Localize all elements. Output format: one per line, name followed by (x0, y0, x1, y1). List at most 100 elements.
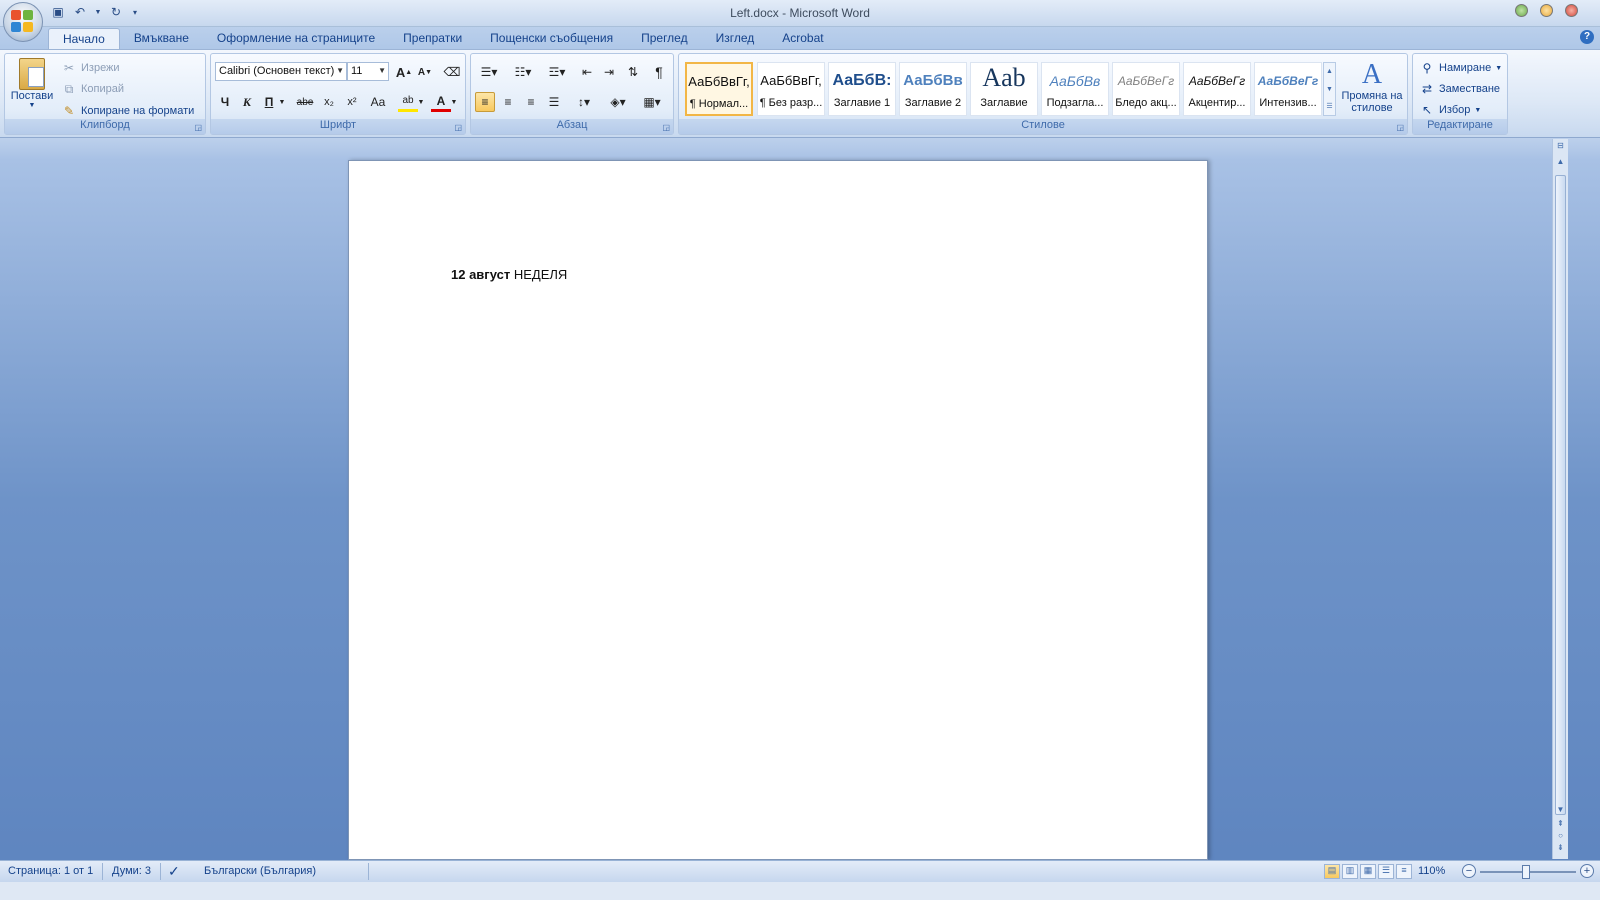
align-center-icon[interactable]: ≡ (498, 92, 518, 112)
cut-button[interactable]: ✂ Изрежи (61, 60, 120, 76)
scroll-down-icon[interactable]: ▼ (1554, 805, 1567, 817)
tab-review[interactable]: Преглед (627, 28, 702, 50)
find-button[interactable]: ⚲ Намиране ▼ (1419, 60, 1503, 76)
style-intense-emphasis[interactable]: АаБбВеГг Интензив... (1254, 62, 1322, 116)
help-icon[interactable]: ? (1580, 30, 1594, 44)
bold-button[interactable]: Ч (215, 92, 235, 112)
tab-home[interactable]: Начало (48, 28, 120, 50)
superscript-button[interactable]: x² (342, 92, 362, 112)
style-no-spacing[interactable]: АаБбВвГг, ¶ Без разр... (757, 62, 825, 116)
decrease-indent-icon[interactable]: ⇤ (577, 62, 597, 82)
maximize-button[interactable] (1540, 4, 1553, 17)
document-page[interactable]: 12 август НЕДЕЛЯ (348, 160, 1208, 860)
align-left-icon[interactable]: ≡ (475, 92, 495, 112)
minimize-button[interactable] (1515, 4, 1528, 17)
font-group: Calibri (Основен текст) ▼ 11 ▼ A ▲ A ▼ ⌫ Ч… (210, 53, 466, 135)
document-text-line[interactable]: 12 август НЕДЕЛЯ (451, 267, 567, 282)
zoom-out-icon[interactable]: − (1462, 864, 1476, 878)
italic-button[interactable]: К (237, 92, 257, 112)
font-launcher-icon[interactable]: ◲ (454, 123, 462, 132)
language-status[interactable]: Български (България) (204, 865, 316, 877)
shrink-font-button[interactable]: A ▼ (415, 62, 435, 82)
close-button[interactable] (1565, 4, 1578, 17)
line-spacing-icon[interactable]: ↕▾ (570, 92, 598, 112)
document-bold-text: 12 август (451, 267, 511, 282)
font-color-dropdown-icon[interactable]: ▼ (449, 92, 459, 112)
align-right-icon[interactable]: ≡ (521, 92, 541, 112)
highlight-dropdown-icon[interactable]: ▼ (416, 92, 426, 112)
ruler-toggle-icon[interactable]: ⊟ (1554, 141, 1567, 153)
full-screen-reading-view-icon[interactable]: ▥ (1342, 864, 1358, 879)
tab-insert[interactable]: Вмъкване (120, 28, 203, 50)
ribbon-tabs: Начало Вмъкване Оформление на страниците… (48, 28, 838, 50)
highlight-button[interactable]: ab (398, 92, 418, 112)
outline-view-icon[interactable]: ☰ (1378, 864, 1394, 879)
tab-references[interactable]: Препратки (389, 28, 476, 50)
zoom-level[interactable]: 110% (1418, 865, 1445, 877)
scroll-up-icon[interactable]: ▲ (1554, 157, 1567, 169)
replace-button[interactable]: ⇄ Заместване (1419, 81, 1500, 97)
replace-icon: ⇄ (1421, 82, 1433, 96)
word-count-status[interactable]: Думи: 3 (112, 865, 151, 877)
subscript-button[interactable]: x₂ (319, 92, 339, 112)
borders-icon[interactable]: ▦▾ (638, 92, 666, 112)
vertical-scrollbar[interactable]: ⊟ ▲ ▼ ⇞ ○ ⇟ (1552, 139, 1568, 859)
title-bar: ▣ ↶ ▼ ↻ ▾ Left.docx - Microsoft Word (0, 0, 1600, 27)
underline-dropdown-icon[interactable]: ▼ (277, 92, 287, 112)
scroll-thumb[interactable] (1555, 175, 1566, 815)
print-layout-view-icon[interactable]: ▤ (1324, 864, 1340, 879)
clear-formatting-icon[interactable]: ⌫ (442, 62, 462, 82)
grow-font-button[interactable]: A ▲ (394, 62, 414, 82)
sort-icon[interactable]: ⇅ (623, 62, 643, 82)
zoom-slider-thumb[interactable] (1522, 865, 1530, 879)
style-heading-1[interactable]: АаБбВ: Заглавие 1 (828, 62, 896, 116)
clipboard-launcher-icon[interactable]: ◲ (194, 123, 202, 132)
style-emphasis[interactable]: АаБбВеГг Акцентир... (1183, 62, 1251, 116)
next-page-icon[interactable]: ⇟ (1554, 843, 1567, 855)
tab-view[interactable]: Изглед (702, 28, 769, 50)
styles-launcher-icon[interactable]: ◲ (1396, 123, 1404, 132)
chevron-up-icon[interactable]: ▲ (1324, 63, 1335, 81)
select-button[interactable]: ↖ Избор ▼ (1419, 102, 1481, 118)
chevron-down-icon[interactable]: ▼ (1324, 81, 1335, 99)
paragraph-launcher-icon[interactable]: ◲ (662, 123, 670, 132)
font-size-combo[interactable]: 11 ▼ (347, 62, 389, 81)
office-button[interactable] (3, 2, 43, 42)
bullets-icon[interactable]: ☰▾ (475, 62, 503, 82)
font-name-combo[interactable]: Calibri (Основен текст) ▼ (215, 62, 347, 81)
font-color-button[interactable]: A (431, 92, 451, 112)
paste-button[interactable]: Постави ▼ (9, 58, 55, 109)
strikethrough-button[interactable]: abe (295, 92, 315, 112)
status-bar: Страница: 1 от 1 Думи: 3 ✓ Български (Бъ… (0, 860, 1600, 882)
document-normal-text: НЕДЕЛЯ (510, 267, 568, 282)
proofing-icon[interactable]: ✓ (168, 863, 180, 880)
tab-page-layout[interactable]: Оформление на страниците (203, 28, 389, 50)
increase-indent-icon[interactable]: ⇥ (599, 62, 619, 82)
clipboard-group-label: Клипборд (5, 119, 205, 134)
multilevel-list-icon[interactable]: ☲▾ (543, 62, 571, 82)
tab-mailings[interactable]: Пощенски съобщения (476, 28, 627, 50)
select-browse-object-icon[interactable]: ○ (1554, 831, 1567, 843)
underline-button[interactable]: П (259, 92, 279, 112)
previous-page-icon[interactable]: ⇞ (1554, 819, 1567, 831)
format-painter-button[interactable]: ✎ Копиране на формати (61, 103, 194, 119)
show-formatting-icon[interactable]: ¶ (649, 62, 669, 82)
page-count-status[interactable]: Страница: 1 от 1 (8, 865, 93, 877)
justify-icon[interactable]: ☰ (544, 92, 564, 112)
style-title[interactable]: Aab Заглавие (970, 62, 1038, 116)
web-layout-view-icon[interactable]: ▦ (1360, 864, 1376, 879)
zoom-in-icon[interactable]: + (1580, 864, 1594, 878)
styles-gallery-scroll[interactable]: ▲ ▼ ☰ (1323, 62, 1336, 116)
numbering-icon[interactable]: ☷▾ (509, 62, 537, 82)
tab-acrobat[interactable]: Acrobat (768, 28, 837, 50)
style-subtitle[interactable]: АаБбВв Подзагла... (1041, 62, 1109, 116)
style-heading-2[interactable]: АаБбВв Заглавие 2 (899, 62, 967, 116)
style-normal[interactable]: АаБбВвГг, ¶ Нормал... (685, 62, 753, 116)
more-icon[interactable]: ☰ (1324, 99, 1335, 115)
copy-button[interactable]: ⧉ Копирай (61, 81, 124, 97)
style-subtle-emphasis[interactable]: АаБбВеГг Бледо акц... (1112, 62, 1180, 116)
change-case-button[interactable]: Aa (366, 92, 390, 112)
change-styles-button[interactable]: A Промяна на стилове (1337, 60, 1407, 115)
shading-icon[interactable]: ◈▾ (604, 92, 632, 112)
draft-view-icon[interactable]: ≡ (1396, 864, 1412, 879)
